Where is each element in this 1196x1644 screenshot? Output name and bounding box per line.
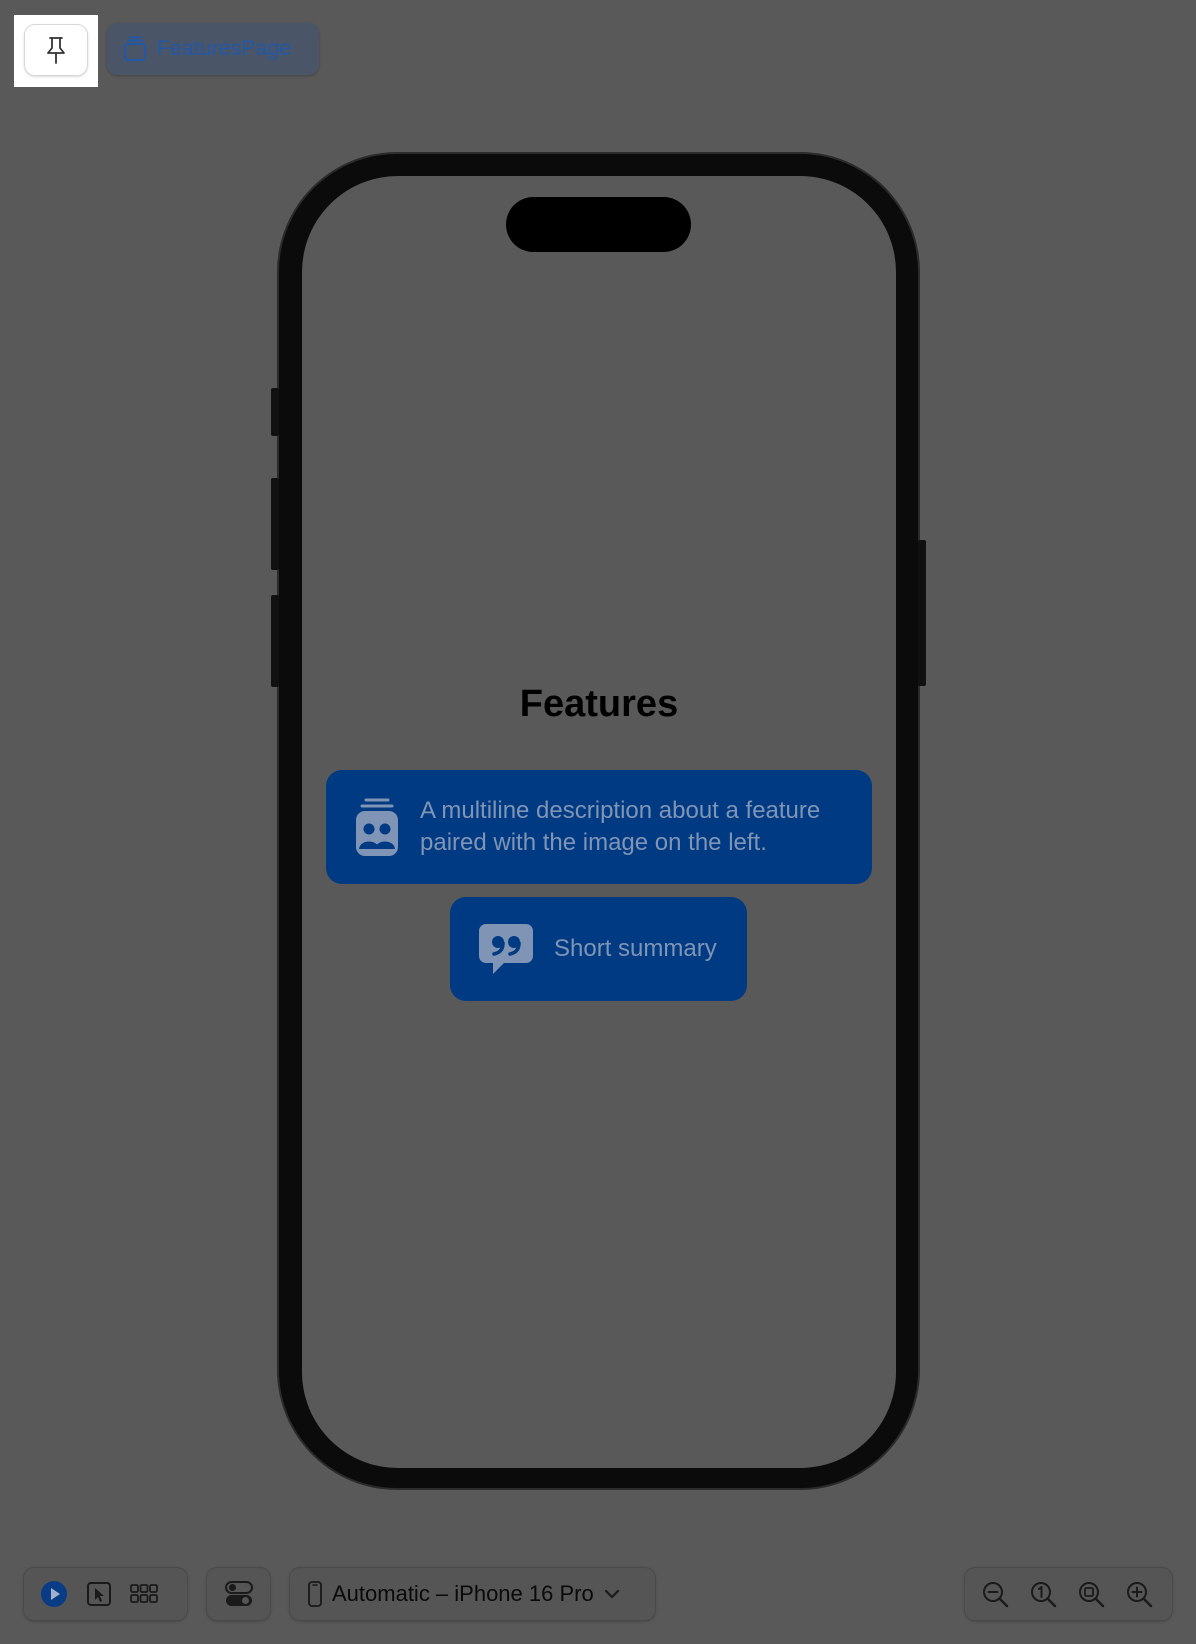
play-icon[interactable] xyxy=(40,1580,68,1608)
zoom-to-fit-icon[interactable] xyxy=(1077,1580,1105,1608)
feature-row: Short summary xyxy=(450,897,747,1001)
pin-icon xyxy=(43,35,69,65)
zoom-group xyxy=(965,1568,1172,1620)
zoom-actual-size-icon[interactable] xyxy=(1029,1580,1057,1608)
chevron-down-icon xyxy=(604,1588,620,1600)
feature-description: A multiline description about a feature … xyxy=(420,797,821,856)
zoom-in-icon[interactable] xyxy=(1125,1580,1153,1608)
dynamic-island xyxy=(506,197,691,252)
quote-bubble-icon xyxy=(478,922,534,976)
zoom-out-icon[interactable] xyxy=(981,1580,1009,1608)
preview-mode-group xyxy=(24,1568,187,1620)
device-selector[interactable]: Automatic – iPhone 16 Pro xyxy=(290,1568,655,1620)
grid-variants-icon[interactable] xyxy=(130,1582,158,1606)
settings-group xyxy=(207,1568,270,1620)
preview-name-chip[interactable]: FeaturesPage xyxy=(107,23,319,75)
toggle-settings-icon[interactable] xyxy=(224,1580,253,1608)
volume-down-button xyxy=(271,595,279,687)
iphone-icon xyxy=(308,1581,322,1607)
pin-button[interactable] xyxy=(25,25,87,75)
device-selector-label: Automatic – iPhone 16 Pro xyxy=(332,1581,594,1606)
cursor-select-icon[interactable] xyxy=(86,1581,112,1607)
page-title: Features xyxy=(519,683,679,725)
stack-icon xyxy=(123,36,147,62)
preview-name-label: FeaturesPage xyxy=(157,37,292,60)
power-button xyxy=(918,540,926,686)
volume-up-button xyxy=(271,478,279,570)
person-2-badge-icon xyxy=(354,797,400,857)
feature-description: Short summary xyxy=(554,935,717,962)
action-button xyxy=(271,388,279,436)
feature-row: A multiline description about a feature … xyxy=(326,770,872,884)
